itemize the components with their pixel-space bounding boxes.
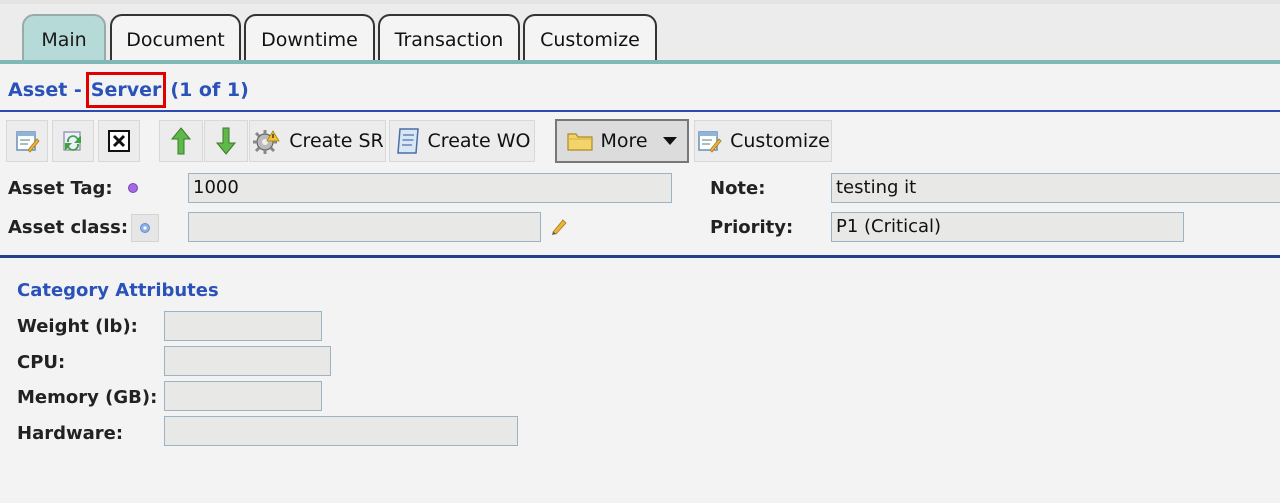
caret-down-icon xyxy=(662,136,678,146)
customize-label: Customize xyxy=(730,130,830,152)
create-wo-button[interactable]: Create WO xyxy=(389,120,535,162)
hardware-input[interactable] xyxy=(164,416,518,446)
category-attributes-title: Category Attributes xyxy=(17,280,219,301)
refresh-button[interactable] xyxy=(52,120,94,162)
weight-label: Weight (lb): xyxy=(17,316,138,337)
tab-underline xyxy=(0,60,1280,64)
asset-tag-label: Asset Tag: xyxy=(8,178,113,199)
hardware-label: Hardware: xyxy=(17,423,124,444)
cpu-input[interactable] xyxy=(164,346,331,376)
page-title: Asset - Server (1 of 1) xyxy=(8,72,249,108)
folder-icon xyxy=(566,129,594,153)
customize-button[interactable]: Customize xyxy=(694,120,832,162)
next-record-button[interactable] xyxy=(204,120,248,162)
pencil-icon[interactable] xyxy=(548,215,570,237)
required-dot-icon xyxy=(127,182,139,194)
title-prefix: Asset - xyxy=(8,79,82,101)
asset-class-input[interactable] xyxy=(188,212,541,242)
tab-document[interactable]: Document xyxy=(110,14,241,64)
asset-tag-input[interactable]: 1000 xyxy=(188,173,672,203)
tab-main[interactable]: Main xyxy=(22,14,106,64)
asset-class-link[interactable]: Server xyxy=(85,72,167,108)
previous-record-button[interactable] xyxy=(159,120,203,162)
create-sr-label: Create SR xyxy=(289,130,384,152)
arrow-up-icon xyxy=(170,126,192,156)
title-divider xyxy=(0,110,1280,112)
tab-downtime[interactable]: Downtime xyxy=(244,14,375,64)
customize-form-icon xyxy=(696,128,724,154)
edit-button[interactable] xyxy=(6,120,48,162)
note-label: Note: xyxy=(710,178,766,199)
create-wo-label: Create WO xyxy=(427,130,531,152)
tab-transaction[interactable]: Transaction xyxy=(378,14,520,64)
record-counter: (1 of 1) xyxy=(170,79,249,101)
asset-class-label: Asset class: xyxy=(8,217,129,238)
edit-form-icon xyxy=(14,128,40,154)
tab-bar: Main Document Downtime Transaction Custo… xyxy=(0,0,1280,64)
more-label: More xyxy=(600,130,648,152)
memory-input[interactable] xyxy=(164,381,322,411)
gear-icon xyxy=(251,127,283,155)
weight-input[interactable] xyxy=(164,311,322,341)
lookup-icon[interactable] xyxy=(131,214,159,242)
priority-input[interactable]: P1 (Critical) xyxy=(831,212,1184,242)
more-dropdown-button[interactable]: More xyxy=(555,119,689,163)
close-button[interactable] xyxy=(98,120,140,162)
asset-page: Main Document Downtime Transaction Custo… xyxy=(0,0,1280,503)
arrow-down-icon xyxy=(215,126,237,156)
tab-customize[interactable]: Customize xyxy=(523,14,657,64)
note-input[interactable]: testing it xyxy=(831,173,1280,203)
priority-label: Priority: xyxy=(710,217,794,238)
section-divider xyxy=(0,255,1280,258)
memory-label: Memory (GB): xyxy=(17,387,158,408)
close-box-icon xyxy=(107,129,131,153)
refresh-icon xyxy=(60,128,86,154)
cpu-label: CPU: xyxy=(17,352,66,373)
create-sr-button[interactable]: Create SR xyxy=(249,120,386,162)
work-order-icon xyxy=(394,126,422,156)
